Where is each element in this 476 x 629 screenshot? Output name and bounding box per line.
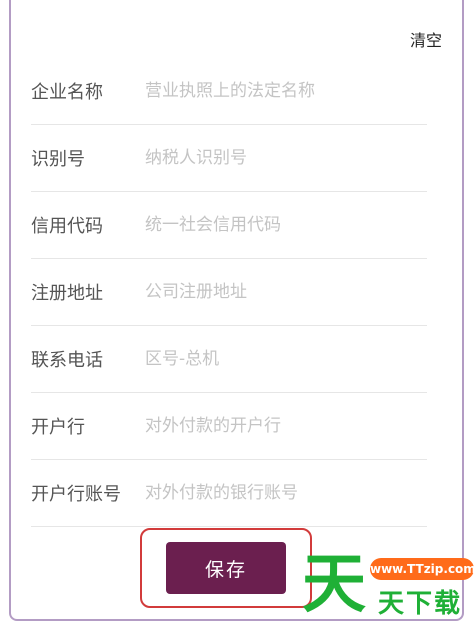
form-row-phone: 联系电话 <box>31 326 427 393</box>
form-row-tax-id: 识别号 <box>31 125 427 192</box>
bank-input[interactable] <box>145 411 427 441</box>
phone-label: 联系电话 <box>31 350 103 371</box>
form-row-registered-address: 注册地址 <box>31 259 427 326</box>
form-row-company-name: 企业名称 <box>31 58 427 125</box>
watermark-logo: 天 www.TTzip.com 天下载 <box>300 548 476 629</box>
credit-code-input[interactable] <box>145 210 427 240</box>
form-row-bank: 开户行 <box>31 393 427 460</box>
clear-button[interactable]: 清空 <box>410 27 442 51</box>
phone-input[interactable] <box>145 344 427 374</box>
form-row-credit-code: 信用代码 <box>31 192 427 259</box>
company-name-input[interactable] <box>145 76 427 106</box>
registered-address-label: 注册地址 <box>31 283 103 304</box>
tax-id-input[interactable] <box>145 143 427 173</box>
invoice-form: 企业名称 识别号 信用代码 注册地址 联系电话 开户行 开户行账号 <box>31 58 427 527</box>
bank-label: 开户行 <box>31 417 85 438</box>
company-name-label: 企业名称 <box>31 82 103 103</box>
watermark-url: www.TTzip.com <box>370 558 476 580</box>
tax-id-label: 识别号 <box>31 149 85 170</box>
watermark-big-char: 天 <box>302 548 366 622</box>
form-row-bank-account: 开户行账号 <box>31 460 427 527</box>
registered-address-input[interactable] <box>145 277 427 307</box>
credit-code-label: 信用代码 <box>31 216 103 237</box>
bank-account-label: 开户行账号 <box>31 484 121 505</box>
watermark-text: 天下载 <box>378 589 463 619</box>
save-button[interactable]: 保存 <box>166 542 286 594</box>
bank-account-input[interactable] <box>145 478 427 508</box>
